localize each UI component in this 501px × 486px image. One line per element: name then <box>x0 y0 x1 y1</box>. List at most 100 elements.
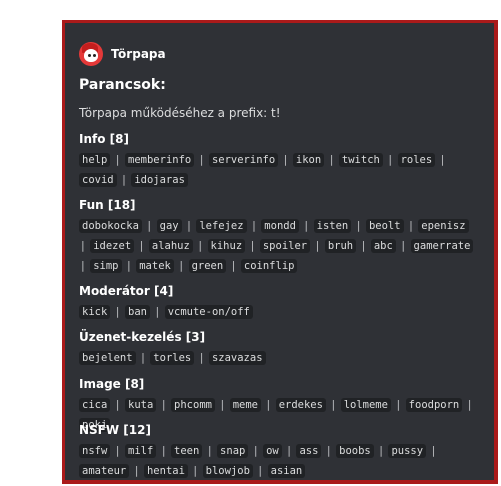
command-code: beolt <box>365 219 404 233</box>
field-name: Üzenet-kezelés [3] <box>79 330 206 344</box>
separator: | <box>134 464 139 477</box>
separator: | <box>253 444 258 457</box>
command-code: epenisz <box>418 219 469 233</box>
field-name: NSFW [12] <box>79 423 151 437</box>
command-code: alahuz <box>148 239 193 253</box>
separator: | <box>199 153 204 166</box>
field-name: Moderátor [4] <box>79 284 174 298</box>
field-commands: kick | ban | vcmute-on/off <box>79 302 479 322</box>
field-fun: Fun [18] dobokocka | gay | lefejez | mon… <box>79 197 479 276</box>
separator: | <box>198 239 203 252</box>
separator: | <box>161 398 166 411</box>
command-code: teen <box>171 444 203 458</box>
command-code: bejelent <box>79 351 136 365</box>
command-code: ow <box>263 444 282 458</box>
separator: | <box>139 239 144 252</box>
separator: | <box>122 173 126 186</box>
command-code: ass <box>296 444 322 458</box>
separator: | <box>266 398 271 411</box>
field-name: Fun [18] <box>79 198 136 212</box>
command-code: spoiler <box>259 239 311 253</box>
command-code: cica <box>79 398 111 412</box>
separator: | <box>231 259 236 272</box>
command-code: gamerrate <box>410 239 474 253</box>
command-code: roles <box>397 153 436 167</box>
command-code: phcomm <box>171 398 215 412</box>
command-code: kihuz <box>207 239 246 253</box>
separator: | <box>283 153 288 166</box>
separator: | <box>127 259 131 272</box>
command-code: idojaras <box>131 173 188 187</box>
separator: | <box>155 305 160 318</box>
field-commands: dobokocka | gay | lefejez | mondd | iste… <box>79 216 479 276</box>
smurf-avatar-icon[interactable] <box>79 42 103 66</box>
command-code: ikon <box>292 153 325 167</box>
separator: | <box>115 398 120 411</box>
field-nsfw: NSFW [12] nsfw | milf | teen | snap | ow… <box>79 422 479 481</box>
command-code: memberinfo <box>125 153 195 167</box>
command-code: matek <box>136 259 174 273</box>
embed-description: Törpapa működéséhez a prefix: t! <box>79 106 281 120</box>
field-moderator: Moderátor [4] kick | ban | vcmute-on/off <box>79 283 479 322</box>
command-code: lefejez <box>196 219 247 233</box>
command-code: erdekes <box>275 398 326 412</box>
field-name: Image [8] <box>79 377 145 391</box>
command-code: serverinfo <box>208 153 279 167</box>
separator: | <box>315 239 320 252</box>
command-code: coinflip <box>240 259 298 273</box>
separator: | <box>179 259 184 272</box>
command-code: blowjob <box>202 464 253 478</box>
command-code: hentai <box>143 464 188 478</box>
field-commands: help | memberinfo | serverinfo | ikon | … <box>79 150 479 190</box>
field-commands: nsfw | milf | teen | snap | ow | ass | b… <box>79 441 479 481</box>
separator: | <box>81 239 85 252</box>
separator: | <box>81 259 85 272</box>
command-code: szavazas <box>208 351 266 365</box>
separator: | <box>326 444 331 457</box>
command-code: help <box>79 153 111 167</box>
separator: | <box>141 351 145 364</box>
separator: | <box>361 239 366 252</box>
separator: | <box>250 239 255 252</box>
embed-title: Parancsok: <box>79 77 166 93</box>
command-code: nsfw <box>79 444 111 458</box>
command-code: foodporn <box>405 398 463 412</box>
separator: | <box>193 464 198 477</box>
command-code: twitch <box>338 153 383 167</box>
command-code: abc <box>370 239 396 253</box>
separator: | <box>431 444 436 457</box>
embed-author: Törpapa <box>79 41 166 67</box>
separator: | <box>331 398 336 411</box>
command-code: torles <box>150 351 195 365</box>
separator: | <box>356 219 361 232</box>
separator: | <box>115 305 120 318</box>
separator: | <box>396 398 401 411</box>
separator: | <box>287 444 291 457</box>
separator: | <box>467 398 472 411</box>
command-code: green <box>188 259 227 273</box>
separator: | <box>388 153 393 166</box>
separator: | <box>199 351 204 364</box>
separator: | <box>258 464 263 477</box>
command-code: dobokocka <box>79 219 142 233</box>
author-name[interactable]: Törpapa <box>111 47 166 61</box>
separator: | <box>207 444 212 457</box>
command-code: gay <box>156 219 182 233</box>
command-code: covid <box>79 173 117 187</box>
command-code: meme <box>229 398 261 412</box>
command-code: simp <box>90 259 122 273</box>
separator: | <box>147 219 152 232</box>
command-code: lolmeme <box>340 398 391 412</box>
separator: | <box>115 153 120 166</box>
command-code: amateur <box>79 464 130 478</box>
command-code: kuta <box>125 398 157 412</box>
command-code: isten <box>313 219 352 233</box>
command-code: vcmute-on/off <box>164 305 253 319</box>
separator: | <box>409 219 413 232</box>
separator: | <box>161 444 166 457</box>
command-code: boobs <box>336 444 374 458</box>
separator: | <box>379 444 383 457</box>
field-commands: bejelent | torles | szavazas <box>79 348 479 368</box>
field-info: Info [8] help | memberinfo | serverinfo … <box>79 131 479 190</box>
command-code: idezet <box>90 239 135 253</box>
